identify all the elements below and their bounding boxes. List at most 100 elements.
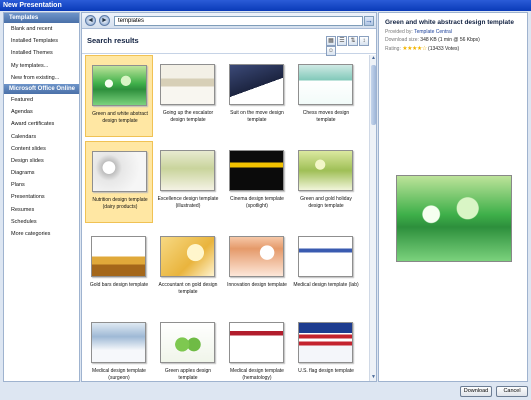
- template-grid: Green and white abstract design template…: [82, 55, 368, 381]
- download-button[interactable]: Download: [460, 386, 492, 397]
- template-tile[interactable]: Nutrition design template (dairy product…: [85, 141, 153, 223]
- view-sort-toolbar: ▦ ☰ ⇅ ↕☺: [326, 36, 376, 56]
- template-thumbnail[interactable]: [92, 65, 147, 106]
- sidebar-item-plans[interactable]: Plans: [4, 179, 79, 191]
- scroll-down-icon[interactable]: ▼: [370, 374, 377, 381]
- template-caption: Gold bars design template: [89, 282, 149, 288]
- template-tile[interactable]: Cinema design template (spotlight): [223, 141, 291, 223]
- template-tile[interactable]: Gold bars design template: [85, 227, 153, 309]
- template-tile[interactable]: Medical design template (lab): [292, 227, 360, 309]
- rating-label: Rating:: [385, 46, 401, 52]
- download-size: Download size: 348 KB (1 min @ 56 Kbps): [385, 37, 480, 43]
- results-scrollbar[interactable]: ▲ ▼: [369, 55, 376, 381]
- template-caption: Medical design template (lab): [293, 282, 359, 288]
- sidebar-item-presentations[interactable]: Presentations: [4, 191, 79, 203]
- sidebar-item-content-slides[interactable]: Content slides: [4, 143, 79, 155]
- template-thumbnail[interactable]: [298, 64, 353, 105]
- template-caption: Suit on the move design template: [230, 110, 284, 123]
- template-thumbnail[interactable]: [160, 150, 215, 191]
- template-tile[interactable]: Green and gold holiday design template: [292, 141, 360, 223]
- search-go-button[interactable]: →: [364, 16, 374, 26]
- template-thumbnail[interactable]: [229, 236, 284, 277]
- scrollbar-thumb[interactable]: [371, 65, 376, 125]
- template-thumbnail[interactable]: [229, 64, 284, 105]
- sidebar-item-award-certificates[interactable]: Award certificates: [4, 118, 79, 130]
- template-caption: Chess moves design template: [302, 110, 350, 123]
- provided-by: Provided by: Template Central: [385, 29, 452, 35]
- provided-by-label: Provided by:: [385, 29, 413, 35]
- detail-title: Green and white abstract design template: [385, 19, 514, 26]
- sidebar-item-agendas[interactable]: Agendas: [4, 106, 79, 118]
- sort-ascending-icon[interactable]: ⇅: [348, 36, 358, 46]
- template-tile[interactable]: Going up the escalator design template: [154, 55, 222, 137]
- template-thumbnail[interactable]: [229, 322, 284, 363]
- template-thumbnail[interactable]: [298, 236, 353, 277]
- sidebar-item-featured[interactable]: Featured: [4, 94, 79, 106]
- download-size-label: Download size:: [385, 37, 419, 43]
- sidebar-item-my-templates[interactable]: My templates...: [4, 60, 79, 72]
- rating-stars-icon[interactable]: ★★★★☆: [402, 46, 427, 52]
- template-tile[interactable]: Medical design template (surgeon): [85, 313, 153, 381]
- scroll-up-icon[interactable]: ▲: [370, 55, 377, 62]
- dialog-footer: Download Cancel: [0, 383, 531, 400]
- forward-button[interactable]: ►: [99, 15, 110, 26]
- search-input[interactable]: [114, 16, 363, 26]
- template-thumbnail[interactable]: [160, 64, 215, 105]
- template-caption: U.S. flag design template: [298, 368, 354, 374]
- template-caption: Nutrition design template (dairy product…: [92, 197, 148, 210]
- rating-votes: (13433 Votes): [428, 46, 460, 52]
- list-view-icon[interactable]: ☰: [337, 36, 347, 46]
- provided-by-value[interactable]: Template Central: [414, 29, 452, 35]
- template-thumbnail[interactable]: [91, 322, 146, 363]
- template-thumbnail[interactable]: [298, 150, 353, 191]
- template-caption: Going up the escalator design template: [162, 110, 214, 123]
- template-caption: Accountant on gold design template: [158, 282, 218, 295]
- sidebar-header-microsoft-office-online: Microsoft Office Online: [4, 83, 79, 94]
- template-thumbnail[interactable]: [229, 150, 284, 191]
- template-thumbnail[interactable]: [92, 151, 147, 192]
- sort-descending-icon[interactable]: ↕: [359, 36, 369, 46]
- window-title: New Presentation: [0, 0, 531, 11]
- sidebar-header-templates: Templates: [4, 13, 79, 23]
- template-thumbnail[interactable]: [160, 322, 215, 363]
- sidebar-item-diagrams[interactable]: Diagrams: [4, 167, 79, 179]
- template-tile[interactable]: Accountant on gold design template: [154, 227, 222, 309]
- sidebar-item-blank-and-recent[interactable]: Blank and recent: [4, 23, 79, 35]
- template-tile[interactable]: Green apples design template: [154, 313, 222, 381]
- thumbnail-view-icon[interactable]: ▦: [326, 36, 336, 46]
- download-size-value: 348 KB (1 min @ 56 Kbps): [420, 37, 480, 43]
- template-caption: Cinema design template (spotlight): [230, 196, 284, 209]
- cancel-button[interactable]: Cancel: [496, 386, 528, 397]
- template-caption: Green apples design template: [164, 368, 212, 381]
- sidebar-item-resumes[interactable]: Resumes: [4, 204, 79, 216]
- template-tile[interactable]: Medical design template (hematology): [223, 313, 291, 381]
- template-caption: Green and gold holiday design template: [300, 196, 352, 209]
- sidebar-item-installed-themes[interactable]: Installed Themes: [4, 47, 79, 59]
- template-detail-panel: Green and white abstract design template…: [378, 12, 528, 382]
- sidebar-item-schedules[interactable]: Schedules: [4, 216, 79, 228]
- template-thumbnail[interactable]: [298, 322, 353, 363]
- results-panel: ◄ ► → Search results ▦☰⇅↕☺ Green and whi…: [81, 12, 377, 382]
- back-button[interactable]: ◄: [85, 15, 96, 26]
- template-tile[interactable]: Chess moves design template: [292, 55, 360, 137]
- template-caption: Medical design template (surgeon): [92, 368, 146, 381]
- template-tile[interactable]: Suit on the move design template: [223, 55, 291, 137]
- template-caption: Medical design template (hematology): [230, 368, 284, 381]
- sidebar-item-new-from-existing[interactable]: New from existing...: [4, 72, 79, 84]
- sidebar-item-more-categories[interactable]: More categories: [4, 228, 79, 240]
- template-tile[interactable]: Green and white abstract design template: [85, 55, 153, 137]
- results-heading: Search results: [87, 36, 139, 45]
- template-preview-image: [396, 175, 512, 262]
- template-thumbnail[interactable]: [91, 236, 146, 277]
- template-thumbnail[interactable]: [160, 236, 215, 277]
- sidebar-item-installed-templates[interactable]: Installed Templates: [4, 35, 79, 47]
- template-tile[interactable]: Innovation design template: [223, 227, 291, 309]
- sidebar-item-calendars[interactable]: Calendars: [4, 131, 79, 143]
- template-caption: Excellence design template (illustrated): [157, 196, 219, 209]
- template-tile[interactable]: U.S. flag design template: [292, 313, 360, 381]
- rating: Rating: ★★★★☆ (13433 Votes): [385, 45, 459, 52]
- template-caption: Innovation design template: [227, 282, 287, 288]
- sidebar-item-design-slides[interactable]: Design slides: [4, 155, 79, 167]
- template-tile[interactable]: Excellence design template (illustrated): [154, 141, 222, 223]
- search-navbar: ◄ ► →: [82, 13, 376, 29]
